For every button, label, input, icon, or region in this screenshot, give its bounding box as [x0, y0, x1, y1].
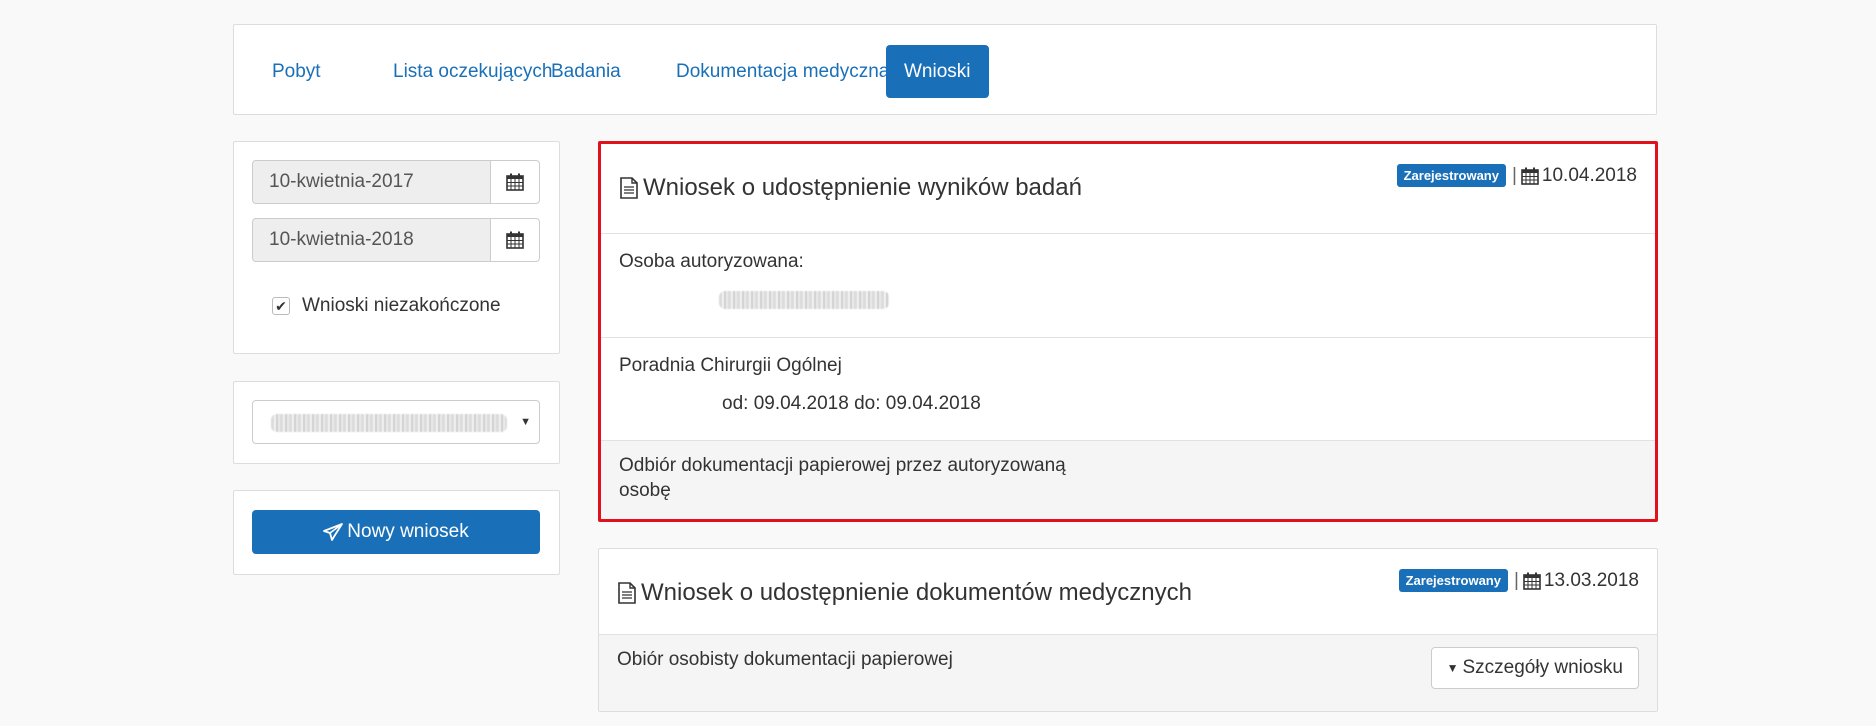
new-request-panel: Nowy wniosek [233, 490, 560, 575]
filters-panel: 10-kwietnia-2017 10-kwietnia-2018 ✔ Wnio… [233, 141, 560, 354]
calendar-icon [1521, 167, 1539, 185]
redacted-value [271, 414, 507, 432]
separator: | [1511, 164, 1517, 186]
request-card: Wniosek o udostępnienie dokumentów medyc… [598, 548, 1658, 712]
status-badge: Zarejestrowany [1398, 569, 1508, 592]
request-footer: Odbiór dokumentacji papierowej przez aut… [601, 440, 1655, 519]
authorized-person-label: Osoba autoryzowana: [619, 251, 804, 272]
unfinished-checkbox[interactable]: ✔ [272, 297, 290, 315]
request-card: Wniosek o udostępnienie wyników badań Za… [598, 141, 1658, 522]
request-meta: Zarejestrowany | 13.03.2018 [1398, 569, 1639, 592]
date-from-calendar-button[interactable] [490, 160, 540, 204]
unfinished-checkbox-label[interactable]: Wnioski niezakończone [302, 295, 501, 317]
caret-down-icon: ▼ [520, 416, 531, 428]
request-details-label: Szczegóły wniosku [1462, 657, 1623, 678]
request-title: Wniosek o udostępnienie wyników badań [619, 174, 1082, 202]
request-date: 10.04.2018 [1541, 164, 1637, 186]
date-to-group: 10-kwietnia-2018 [252, 218, 540, 262]
date-from-group: 10-kwietnia-2017 [252, 160, 540, 204]
clinic-name: Poradnia Chirurgii Ogólnej [619, 355, 842, 376]
pickup-method: Odbiór dokumentacji papierowej przez aut… [619, 455, 1066, 476]
calendar-icon [1523, 572, 1541, 590]
new-request-label: Nowy wniosek [347, 521, 469, 542]
request-title-text: Wniosek o udostępnienie dokumentów medyc… [641, 579, 1192, 606]
pickup-method-line2: osobę [619, 480, 671, 501]
request-meta: Zarejestrowany | 10.04.2018 [1396, 164, 1637, 187]
redacted-person-name [719, 291, 889, 309]
person-selector-panel: ▼ [233, 381, 560, 464]
document-icon [620, 177, 638, 199]
divider [601, 233, 1655, 234]
tab-badania[interactable]: Badania [533, 45, 639, 98]
pickup-method: Obiór osobisty dokumentacji papierowej [617, 649, 953, 670]
request-period: od: 09.04.2018 do: 09.04.2018 [722, 393, 981, 414]
paper-plane-icon [323, 523, 344, 541]
unfinished-filter-row: ✔ Wnioski niezakończone [272, 295, 501, 317]
date-to-calendar-button[interactable] [490, 218, 540, 262]
request-footer: Obiór osobisty dokumentacji papierowej ▼… [599, 634, 1657, 711]
new-request-button[interactable]: Nowy wniosek [252, 510, 540, 554]
document-icon [618, 582, 636, 604]
request-title-text: Wniosek o udostępnienie wyników badań [643, 174, 1082, 201]
date-from-input[interactable]: 10-kwietnia-2017 [252, 160, 491, 204]
tab-pobyt[interactable]: Pobyt [254, 45, 339, 98]
calendar-icon [506, 231, 524, 249]
divider [601, 337, 1655, 338]
request-title: Wniosek o udostępnienie dokumentów medyc… [617, 579, 1192, 607]
top-nav: Pobyt Lista oczekujących Badania Dokumen… [233, 24, 1657, 115]
date-to-input[interactable]: 10-kwietnia-2018 [252, 218, 491, 262]
request-details-button[interactable]: ▼ Szczegóły wniosku [1430, 647, 1639, 689]
tab-wnioski[interactable]: Wnioski [886, 45, 989, 98]
request-date: 13.03.2018 [1543, 569, 1639, 591]
caret-down-icon: ▼ [1446, 661, 1459, 675]
tab-dokumentacja-medyczna[interactable]: Dokumentacja medyczna [658, 45, 907, 98]
person-select[interactable]: ▼ [252, 400, 540, 444]
calendar-icon [506, 173, 524, 191]
status-badge: Zarejestrowany [1396, 164, 1506, 187]
checkmark-icon: ✔ [275, 297, 287, 314]
separator: | [1513, 569, 1519, 591]
